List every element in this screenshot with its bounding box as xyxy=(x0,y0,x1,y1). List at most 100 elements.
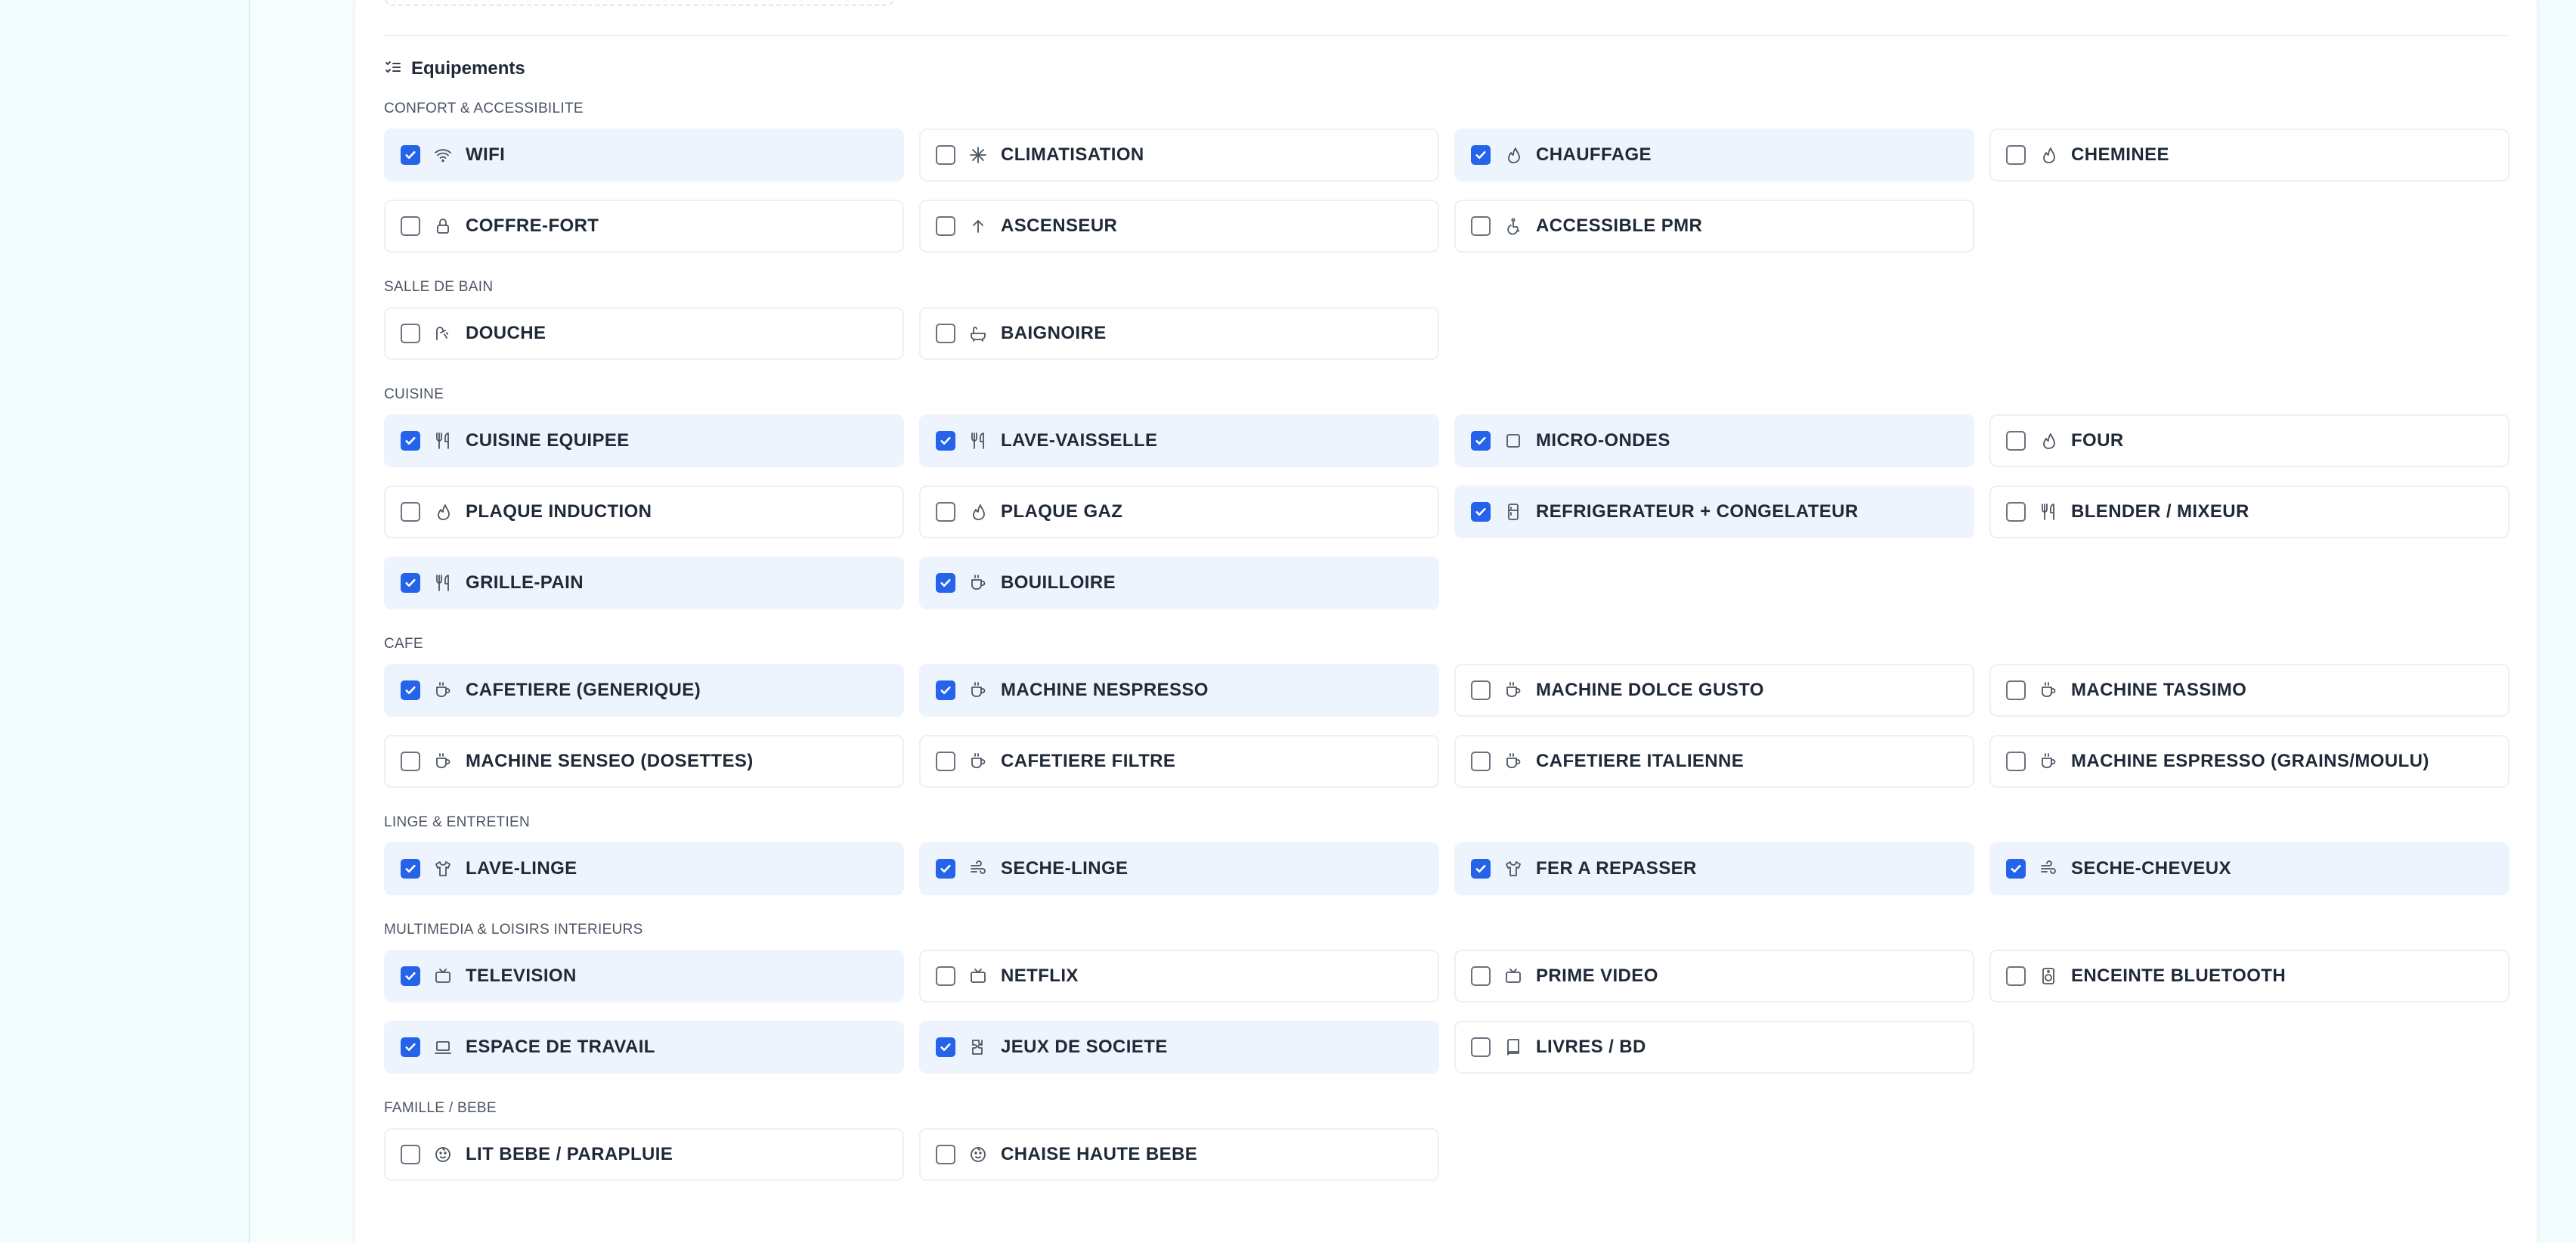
amenity-seche-cheveux[interactable]: SECHE-CHEVEUX xyxy=(1989,842,2509,895)
amenity-machine-tassimo[interactable]: MACHINE TASSIMO xyxy=(1989,664,2509,717)
checkbox-unchecked[interactable] xyxy=(401,1145,420,1164)
amenity-grid: TELEVISION NETFLIX PRIME VIDEO ENCEINTE BLU… xyxy=(384,950,2509,1074)
amenity-bouilloire[interactable]: BOUILLOIRE xyxy=(919,556,1439,609)
checkbox-checked[interactable] xyxy=(401,431,420,451)
checkbox-checked[interactable] xyxy=(936,680,955,700)
amenity-machine-espresso-grains-moulu[interactable]: MACHINE ESPRESSO (GRAINS/MOULU) xyxy=(1989,735,2509,788)
checkbox-checked[interactable] xyxy=(401,145,420,165)
amenity-cheminee[interactable]: CHEMINEE xyxy=(1989,129,2509,181)
amenity-grille-pain[interactable]: GRILLE-PAIN xyxy=(384,556,904,609)
amenity-blender-mixeur[interactable]: BLENDER / MIXEUR xyxy=(1989,485,2509,538)
checkbox-checked[interactable] xyxy=(1471,145,1491,165)
amenity-machine-nespresso[interactable]: MACHINE NESPRESSO xyxy=(919,664,1439,717)
amenity-label: CAFETIERE FILTRE xyxy=(1001,751,1176,771)
checkbox-unchecked[interactable] xyxy=(2006,502,2026,522)
cup-icon xyxy=(432,680,454,701)
equipment-card: Equipements CONFORT & ACCESSIBILITE WIFI C… xyxy=(355,0,2537,1243)
amenity-ascenseur[interactable]: ASCENSEUR xyxy=(919,200,1439,253)
amenity-douche[interactable]: DOUCHE xyxy=(384,307,904,360)
checkbox-checked[interactable] xyxy=(936,859,955,879)
amenity-cafetiere-filtre[interactable]: CAFETIERE FILTRE xyxy=(919,735,1439,788)
amenity-plaque-induction[interactable]: PLAQUE INDUCTION xyxy=(384,485,904,538)
amenity-fer-a-repasser[interactable]: FER A REPASSER xyxy=(1454,842,1974,895)
checkbox-unchecked[interactable] xyxy=(2006,966,2026,986)
checkbox-unchecked[interactable] xyxy=(401,324,420,343)
checkbox-checked[interactable] xyxy=(1471,431,1491,451)
checkbox-unchecked[interactable] xyxy=(936,502,955,522)
checkbox-checked[interactable] xyxy=(401,966,420,986)
checkbox-unchecked[interactable] xyxy=(401,752,420,771)
checkbox-unchecked[interactable] xyxy=(1471,216,1491,236)
checkbox-unchecked[interactable] xyxy=(2006,145,2026,165)
amenity-seche-linge[interactable]: SECHE-LINGE xyxy=(919,842,1439,895)
checkbox-unchecked[interactable] xyxy=(1471,680,1491,700)
checkbox-checked[interactable] xyxy=(936,573,955,593)
checkbox-unchecked[interactable] xyxy=(936,216,955,236)
amenity-plaque-gaz[interactable]: PLAQUE GAZ xyxy=(919,485,1439,538)
checkbox-checked[interactable] xyxy=(2006,859,2026,879)
amenity-label: CAFETIERE ITALIENNE xyxy=(1536,751,1745,771)
shirt-icon xyxy=(1503,858,1524,879)
checkbox-unchecked[interactable] xyxy=(1471,1037,1491,1057)
checkbox-unchecked[interactable] xyxy=(2006,431,2026,451)
checkbox-checked[interactable] xyxy=(401,573,420,593)
lock-icon xyxy=(432,215,454,237)
amenity-chauffage[interactable]: CHAUFFAGE xyxy=(1454,129,1974,181)
amenity-machine-dolce-gusto[interactable]: MACHINE DOLCE GUSTO xyxy=(1454,664,1974,717)
amenity-enceinte-bluetooth[interactable]: ENCEINTE BLUETOOTH xyxy=(1989,950,2509,1003)
checkbox-checked[interactable] xyxy=(401,1037,420,1057)
amenity-machine-senseo-dosettes[interactable]: MACHINE SENSEO (DOSETTES) xyxy=(384,735,904,788)
checkbox-unchecked[interactable] xyxy=(2006,752,2026,771)
amenity-coffre-fort[interactable]: COFFRE-FORT xyxy=(384,200,904,253)
checkbox-checked[interactable] xyxy=(936,431,955,451)
amenity-label: LAVE-LINGE xyxy=(466,858,577,879)
checkbox-checked[interactable] xyxy=(401,859,420,879)
checkbox-unchecked[interactable] xyxy=(1471,966,1491,986)
amenity-cafetiere-generique[interactable]: CAFETIERE (GENERIQUE) xyxy=(384,664,904,717)
amenity-accessible-pmr[interactable]: ACCESSIBLE PMR xyxy=(1454,200,1974,253)
group-salle-de-bain: SALLE DE BAIN DOUCHE BAIGNOIRE xyxy=(384,275,2509,360)
amenity-grid: WIFI CLIMATISATION CHAUFFAGE CHEMINEE COFFRE… xyxy=(384,129,2509,253)
group-label: CONFORT & ACCESSIBILITE xyxy=(384,101,584,116)
amenity-lit-bebe-parapluie[interactable]: LIT BEBE / PARAPLUIE xyxy=(384,1128,904,1181)
amenity-lave-linge[interactable]: LAVE-LINGE xyxy=(384,842,904,895)
amenity-label: ACCESSIBLE PMR xyxy=(1536,215,1703,236)
checkbox-unchecked[interactable] xyxy=(936,966,955,986)
amenity-espace-de-travail[interactable]: ESPACE DE TRAVAIL xyxy=(384,1021,904,1074)
checkbox-unchecked[interactable] xyxy=(2006,680,2026,700)
checkbox-checked[interactable] xyxy=(1471,502,1491,522)
amenity-label: TELEVISION xyxy=(466,966,577,986)
checkbox-checked[interactable] xyxy=(401,680,420,700)
checkbox-unchecked[interactable] xyxy=(936,1145,955,1164)
amenity-label: MACHINE ESPRESSO (GRAINS/MOULU) xyxy=(2071,751,2429,771)
checkbox-checked[interactable] xyxy=(936,1037,955,1057)
checkbox-unchecked[interactable] xyxy=(936,752,955,771)
amenity-label: NETFLIX xyxy=(1001,966,1079,986)
amenity-television[interactable]: TELEVISION xyxy=(384,950,904,1003)
checkbox-unchecked[interactable] xyxy=(936,324,955,343)
amenity-climatisation[interactable]: CLIMATISATION xyxy=(919,129,1439,181)
amenity-netflix[interactable]: NETFLIX xyxy=(919,950,1439,1003)
amenity-four[interactable]: FOUR xyxy=(1989,414,2509,467)
checkbox-unchecked[interactable] xyxy=(401,502,420,522)
checkbox-unchecked[interactable] xyxy=(1471,752,1491,771)
cup-icon xyxy=(432,751,454,772)
amenity-cafetiere-italienne[interactable]: CAFETIERE ITALIENNE xyxy=(1454,735,1974,788)
amenity-cuisine-equipee[interactable]: CUISINE EQUIPEE xyxy=(384,414,904,467)
amenity-jeux-de-societe[interactable]: JEUX DE SOCIETE xyxy=(919,1021,1439,1074)
amenity-refrigerateur-congelateur[interactable]: REFRIGERATEUR + CONGELATEUR xyxy=(1454,485,1974,538)
amenity-grid: LIT BEBE / PARAPLUIE CHAISE HAUTE BEBE xyxy=(384,1128,2509,1181)
amenity-lave-vaisselle[interactable]: LAVE-VAISSELLE xyxy=(919,414,1439,467)
checkbox-checked[interactable] xyxy=(1471,859,1491,879)
group-cuisine: CUISINE CUISINE EQUIPEE LAVE-VAISSELLE MICR… xyxy=(384,383,2509,609)
amenity-micro-ondes[interactable]: MICRO-ONDES xyxy=(1454,414,1974,467)
checkbox-unchecked[interactable] xyxy=(936,145,955,165)
amenity-baignoire[interactable]: BAIGNOIRE xyxy=(919,307,1439,360)
amenity-livres-bd[interactable]: LIVRES / BD xyxy=(1454,1021,1974,1074)
checkbox-unchecked[interactable] xyxy=(401,216,420,236)
amenity-chaise-haute-bebe[interactable]: CHAISE HAUTE BEBE xyxy=(919,1128,1439,1181)
amenity-prime-video[interactable]: PRIME VIDEO xyxy=(1454,950,1974,1003)
amenity-wifi[interactable]: WIFI xyxy=(384,129,904,181)
amenity-label: CUISINE EQUIPEE xyxy=(466,430,630,451)
bath-icon xyxy=(968,323,989,344)
